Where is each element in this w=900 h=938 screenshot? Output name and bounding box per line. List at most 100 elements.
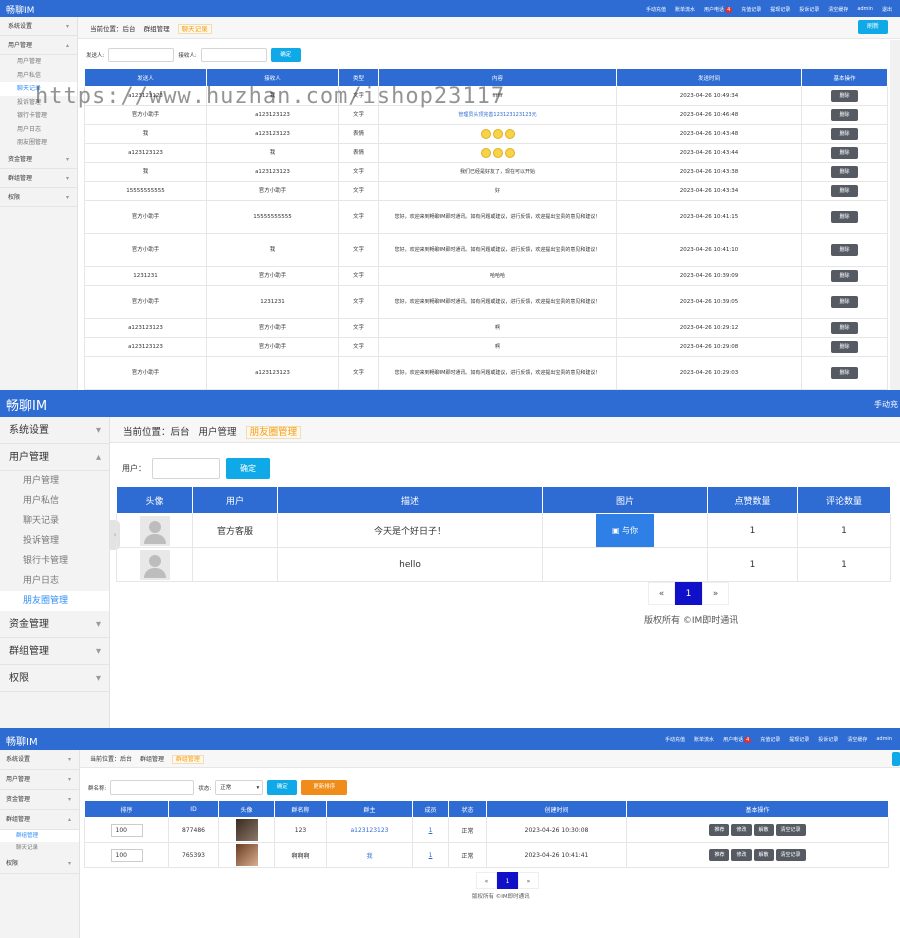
nav-manual-recharge[interactable]: 手动充 bbox=[874, 399, 898, 410]
delete-button[interactable]: 删除 bbox=[831, 322, 858, 334]
nav-withdraw-log[interactable]: 提现记录 bbox=[789, 736, 809, 743]
user-input[interactable] bbox=[152, 458, 220, 479]
cell-owner[interactable]: 我 bbox=[326, 842, 413, 868]
clear-records-button[interactable]: 清空记录 bbox=[775, 849, 806, 861]
crumb-parent[interactable]: 用户管理 bbox=[199, 427, 237, 438]
crumb-parent[interactable]: 群组管理 bbox=[140, 756, 164, 763]
sidebar-item-user-manage[interactable]: 用户管理 bbox=[0, 55, 77, 69]
post-image[interactable]: ▣ 与你 bbox=[596, 514, 654, 547]
recommend-button[interactable]: 推荐 bbox=[709, 849, 730, 861]
sidebar-group-groups[interactable]: 群组管理 ▾ bbox=[0, 169, 77, 188]
nav-clear-cache[interactable]: 清空缓存 bbox=[828, 6, 848, 13]
nav-bill[interactable]: 账单流水 bbox=[694, 736, 714, 743]
cell-members[interactable]: 1 bbox=[412, 817, 449, 843]
delete-button[interactable]: 删除 bbox=[831, 185, 858, 197]
delete-button[interactable]: 删除 bbox=[831, 211, 858, 223]
disband-button[interactable]: 解散 bbox=[753, 824, 774, 836]
crumb-home[interactable]: 当前位置：后台 bbox=[90, 756, 132, 763]
delete-button[interactable]: 删除 bbox=[831, 147, 858, 159]
sidebar-group-permissions[interactable]: 权限 ▾ bbox=[0, 188, 77, 207]
nav-bill[interactable]: 账单流水 bbox=[675, 6, 695, 13]
reorder-button[interactable]: 更新排序 bbox=[301, 780, 348, 795]
edit-button[interactable]: 修改 bbox=[731, 849, 752, 861]
scrollbar[interactable] bbox=[890, 40, 900, 390]
delete-button[interactable]: 删除 bbox=[831, 296, 858, 308]
nav-manual-recharge[interactable]: 手动充值 bbox=[646, 6, 666, 13]
delete-button[interactable]: 删除 bbox=[831, 109, 858, 121]
nav-complaint-log[interactable]: 投诉记录 bbox=[818, 736, 838, 743]
refresh-button[interactable]: 刷新 bbox=[858, 20, 888, 34]
nav-admin[interactable]: admin bbox=[876, 736, 892, 743]
crumb-current[interactable]: 群组管理 bbox=[171, 755, 204, 764]
nav-complaint-log[interactable]: 投诉记录 bbox=[799, 6, 819, 13]
nav-recharge-log[interactable]: 充值记录 bbox=[741, 6, 761, 13]
sidebar-item-private-msg[interactable]: 用户私信 bbox=[0, 69, 77, 83]
pager-prev[interactable]: « bbox=[648, 582, 675, 605]
group-name-input[interactable] bbox=[110, 780, 195, 795]
nav-withdraw-log[interactable]: 提现记录 bbox=[770, 6, 790, 13]
confirm-button[interactable]: 确定 bbox=[267, 780, 298, 795]
edit-button[interactable]: 修改 bbox=[731, 824, 752, 836]
sidebar-item-user-log[interactable]: 用户日志 bbox=[0, 571, 109, 591]
sidebar-group-users[interactable]: 用户管理 ▾ bbox=[0, 770, 79, 790]
sidebar-group-funds[interactable]: 资金管理 ▾ bbox=[0, 611, 109, 638]
delete-button[interactable]: 删除 bbox=[831, 341, 858, 353]
sidebar-group-funds[interactable]: 资金管理 ▾ bbox=[0, 150, 77, 169]
sidebar-group-groups[interactable]: 群组管理 ▾ bbox=[0, 638, 109, 665]
delete-button[interactable]: 删除 bbox=[831, 90, 858, 102]
sidebar-item-group-manage[interactable]: 群组管理 bbox=[0, 830, 79, 842]
delete-button[interactable]: 删除 bbox=[831, 166, 858, 178]
delete-button[interactable]: 删除 bbox=[831, 367, 858, 379]
sidebar-group-permissions[interactable]: 权限 ▾ bbox=[0, 854, 79, 874]
sort-input[interactable]: 100 bbox=[110, 848, 143, 862]
sidebar-item-private-msg[interactable]: 用户私信 bbox=[0, 491, 109, 511]
pager-next[interactable]: » bbox=[518, 872, 539, 889]
sender-input[interactable] bbox=[108, 48, 175, 62]
pager-prev[interactable]: « bbox=[476, 872, 497, 889]
sidebar-group-users[interactable]: 用户管理 ▴ bbox=[0, 36, 77, 55]
cell-members[interactable]: 1 bbox=[412, 842, 449, 868]
nav-logout[interactable]: 退出 bbox=[882, 6, 892, 13]
clear-records-button[interactable]: 清空记录 bbox=[775, 824, 806, 836]
crumb-home[interactable]: 当前位置：后台 bbox=[123, 427, 190, 438]
sidebar-group-groups[interactable]: 群组管理 ▴ bbox=[0, 810, 79, 830]
nav-user-phone[interactable]: 用户电话 4 bbox=[723, 736, 752, 743]
sort-input[interactable]: 100 bbox=[110, 823, 143, 837]
sidebar-item-moments[interactable]: 朋友圈管理 bbox=[0, 136, 77, 150]
sidebar-item-group-chat-log[interactable]: 聊天记录 bbox=[0, 842, 79, 854]
sidebar-group-users[interactable]: 用户管理 ▴ bbox=[0, 444, 109, 471]
crumb-home[interactable]: 当前位置：后台 bbox=[90, 25, 136, 33]
refresh-button[interactable] bbox=[892, 752, 900, 766]
nav-manual-recharge[interactable]: 手动充值 bbox=[665, 736, 685, 743]
nav-user-phone[interactable]: 用户电话 4 bbox=[704, 6, 733, 13]
crumb-current[interactable]: 聊天记录 bbox=[177, 24, 212, 34]
sidebar-group-system[interactable]: 系统设置 ▾ bbox=[0, 750, 79, 770]
sidebar-group-system[interactable]: 系统设置 ▾ bbox=[0, 17, 77, 36]
sidebar-item-user-log[interactable]: 用户日志 bbox=[0, 123, 77, 137]
confirm-button[interactable]: 确定 bbox=[226, 458, 270, 479]
pager-page[interactable]: 1 bbox=[497, 872, 518, 889]
sidebar-group-permissions[interactable]: 权限 ▾ bbox=[0, 665, 109, 692]
sidebar-item-user-manage[interactable]: 用户管理 bbox=[0, 471, 109, 491]
cell-owner[interactable]: a123123123 bbox=[326, 817, 413, 843]
sidebar-item-bank-cards[interactable]: 银行卡管理 bbox=[0, 551, 109, 571]
sidebar-item-moments[interactable]: 朋友圈管理 bbox=[0, 591, 109, 611]
crumb-current[interactable]: 朋友圈管理 bbox=[245, 426, 302, 439]
delete-button[interactable]: 删除 bbox=[831, 244, 858, 256]
sidebar-item-bank-cards[interactable]: 银行卡管理 bbox=[0, 109, 77, 123]
sidebar-item-complaints[interactable]: 投诉管理 bbox=[0, 531, 109, 551]
nav-admin[interactable]: admin bbox=[857, 6, 873, 13]
sidebar-group-system[interactable]: 系统设置 ▾ bbox=[0, 417, 109, 444]
confirm-button[interactable]: 确定 bbox=[270, 48, 301, 62]
recommend-button[interactable]: 推荐 bbox=[709, 824, 730, 836]
delete-button[interactable]: 删除 bbox=[831, 270, 858, 282]
sidebar-item-chat-log[interactable]: 聊天记录 bbox=[0, 511, 109, 531]
nav-clear-cache[interactable]: 清空缓存 bbox=[847, 736, 867, 743]
disband-button[interactable]: 解散 bbox=[753, 849, 774, 861]
pager-next[interactable]: » bbox=[702, 582, 729, 605]
sidebar-group-funds[interactable]: 资金管理 ▾ bbox=[0, 790, 79, 810]
delete-button[interactable]: 删除 bbox=[831, 128, 858, 140]
pager-page[interactable]: 1 bbox=[675, 582, 702, 605]
receiver-input[interactable] bbox=[200, 48, 267, 62]
status-select[interactable]: 正常 ▾ bbox=[215, 780, 264, 795]
